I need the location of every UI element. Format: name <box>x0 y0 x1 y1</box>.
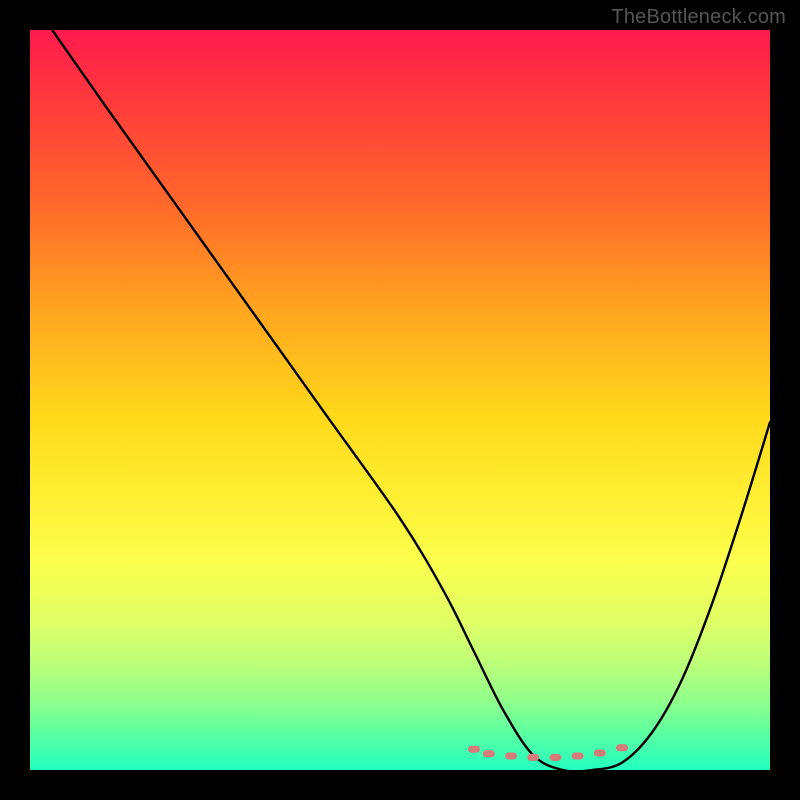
optimal-range-marker <box>527 754 539 761</box>
chart-outer-frame: TheBottleneck.com <box>0 0 800 800</box>
optimal-range-marker <box>549 754 561 761</box>
optimal-range-marker <box>594 749 606 756</box>
bottleneck-curve-line <box>52 30 770 771</box>
optimal-range-marker <box>483 750 495 757</box>
optimal-range-marker <box>505 752 517 759</box>
optimal-range-marker <box>572 752 584 759</box>
chart-overlay-svg <box>30 30 770 770</box>
optimal-range-marker <box>616 744 628 751</box>
optimal-range-markers <box>468 744 628 761</box>
optimal-range-marker <box>468 746 480 753</box>
watermark-text: TheBottleneck.com <box>611 6 786 29</box>
